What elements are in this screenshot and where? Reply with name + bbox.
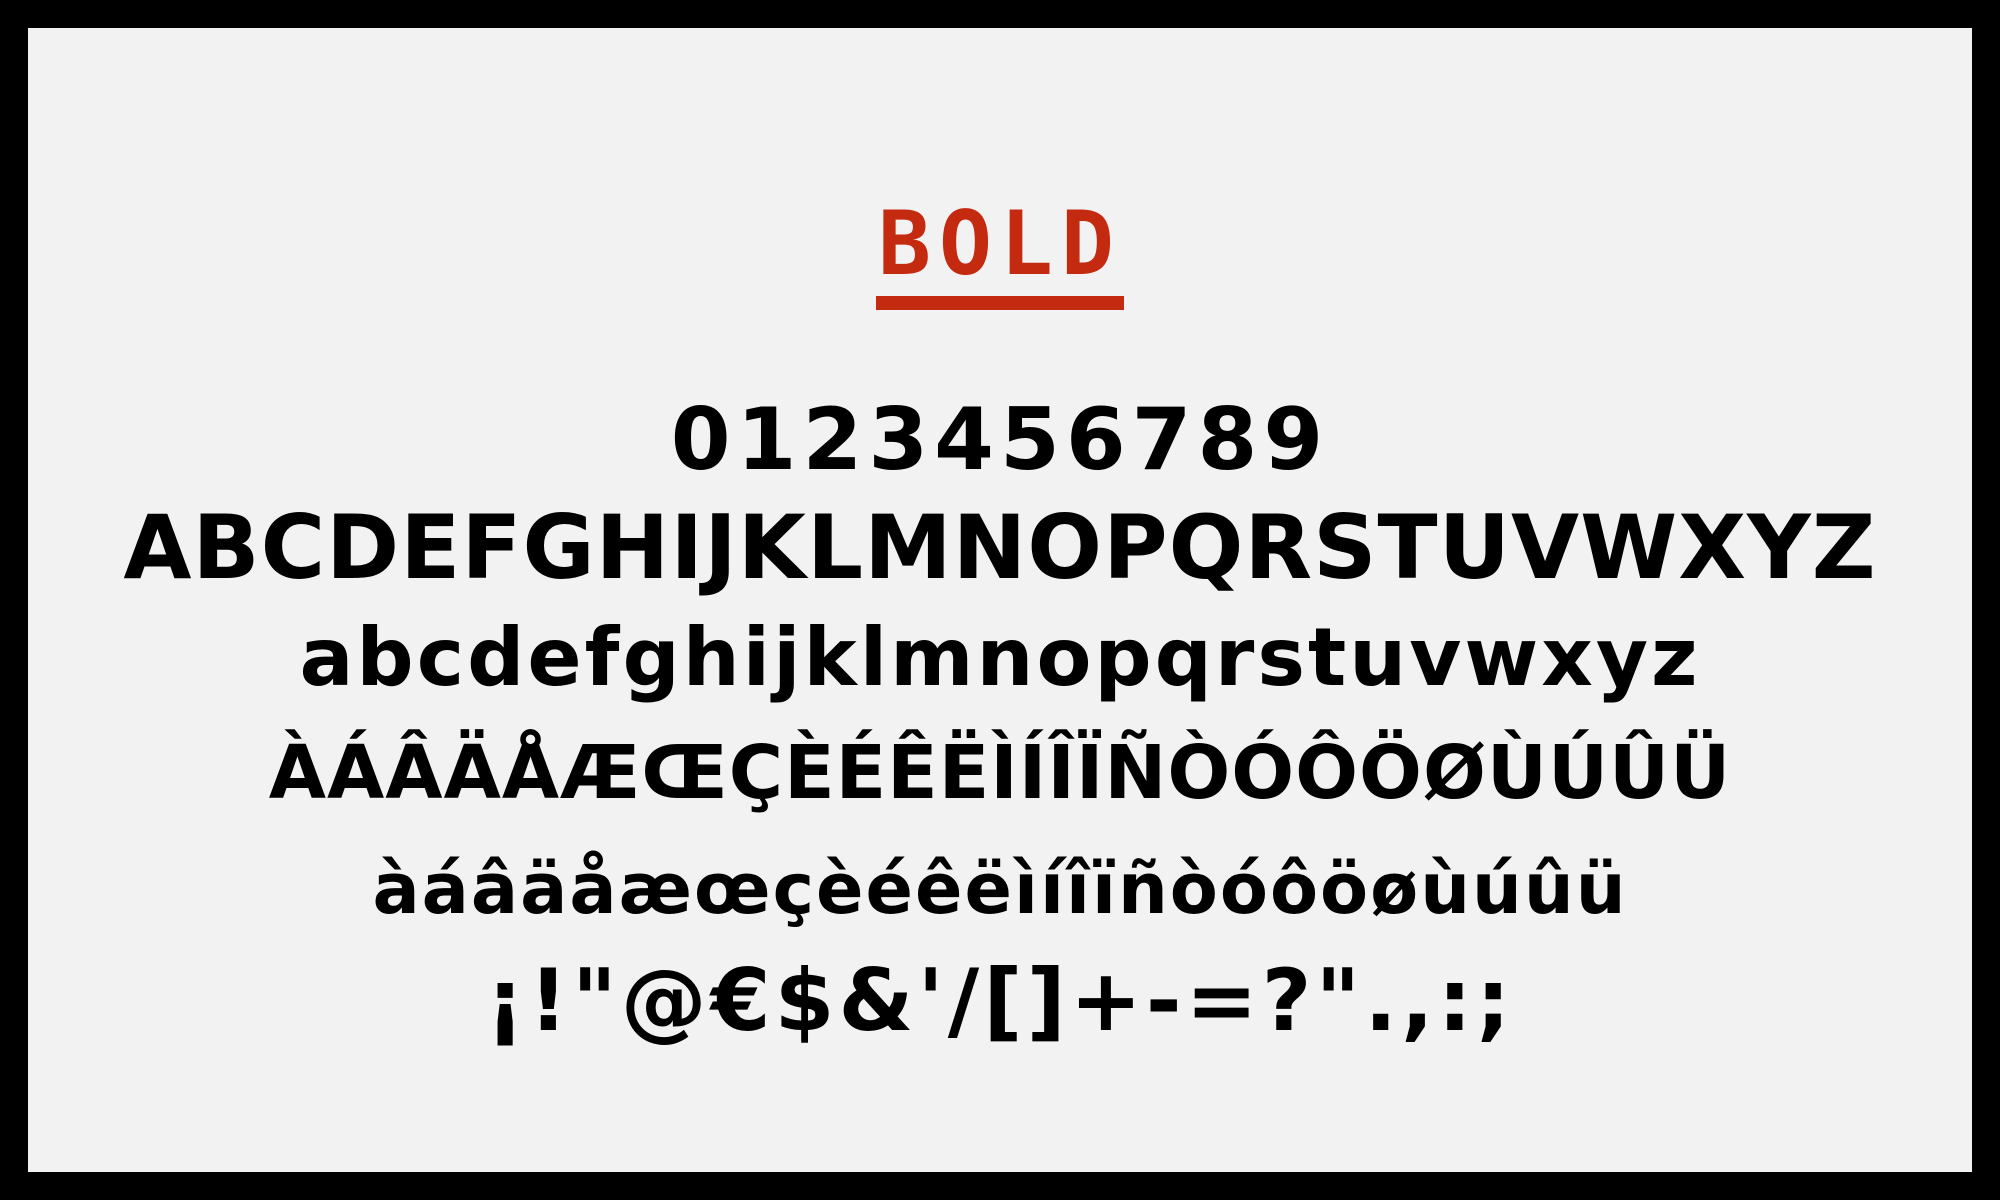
digits-row: 0123456789 — [670, 390, 1330, 490]
lowercase-accented-row: àáâäåæœçèéêëìíîïñòóôöøùúûü — [372, 848, 1628, 930]
weight-title: BOLD — [876, 198, 1124, 310]
punctuation-row: ¡!"@€$&'/[]+-=?".,:; — [485, 951, 1515, 1051]
uppercase-row: ABCDEFGHIJKLMNOPQRSTUVWXYZ — [123, 496, 1877, 599]
lowercase-row: abcdefghijklmnopqrstuvwxyz — [299, 611, 1701, 704]
title-block: BOLD — [28, 198, 1972, 310]
specimen-card: BOLD 0123456789 ABCDEFGHIJKLMNOPQRSTUVWX… — [28, 28, 1972, 1172]
uppercase-accented-row: ÀÁÂÄÅÆŒÇÈÉÊËÌÍÎÏÑÒÓÔÖØÙÚÛÜ — [268, 730, 1732, 816]
glyph-set: 0123456789 ABCDEFGHIJKLMNOPQRSTUVWXYZ ab… — [28, 388, 1972, 1058]
